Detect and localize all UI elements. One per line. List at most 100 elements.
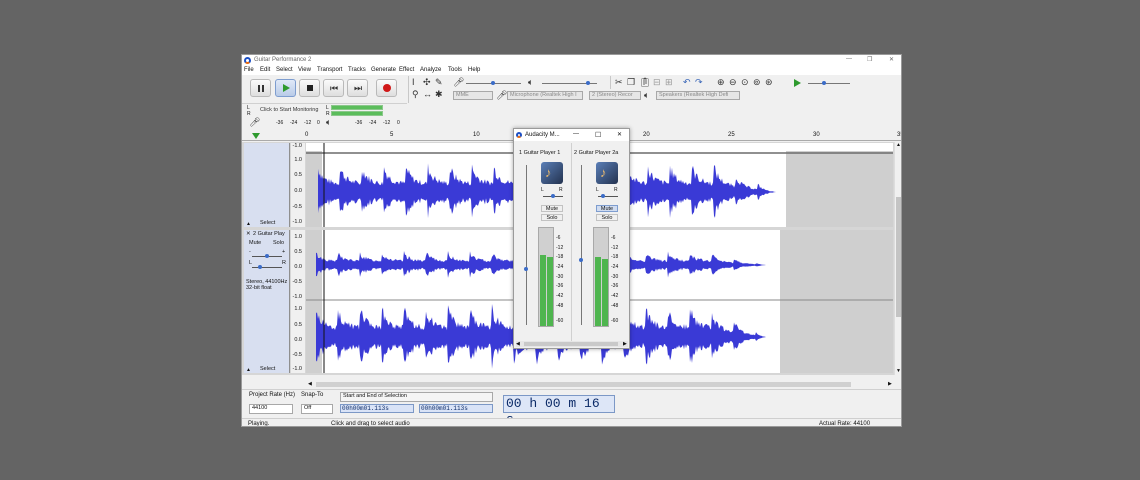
scroll-up-icon[interactable]: ▲ [896, 142, 901, 148]
mixer-scrollbar[interactable]: ◀ ▶ [516, 341, 628, 347]
skip-end-icon: ⏭ [354, 83, 363, 93]
record-volume-slider[interactable] [466, 81, 521, 85]
collapse-icon[interactable]: ▲ [246, 221, 251, 227]
channel-1-gain-slider[interactable] [524, 165, 528, 325]
record-meter-mic-icon[interactable]: 🎤︎ [249, 118, 260, 127]
menu-file[interactable]: File [244, 67, 254, 73]
cut-icon[interactable]: ✂ [615, 78, 623, 87]
scrollbar-thumb[interactable] [316, 382, 851, 387]
silence-icon[interactable]: ⊞ [665, 78, 673, 87]
mixer-maximize-button[interactable]: ☐ [595, 131, 601, 139]
snap-to-dropdown[interactable]: Off [301, 404, 333, 414]
fit-selection-icon[interactable]: ⊙ [741, 78, 749, 87]
selection-start-time[interactable]: 00h00m01.113s [340, 404, 414, 413]
pan-r-label: R [614, 187, 618, 193]
menu-help[interactable]: Help [468, 67, 480, 73]
channel-1-mute-button[interactable]: Mute [541, 205, 563, 212]
track-2-name-dropdown[interactable]: 2 Guitar Play [253, 231, 285, 237]
restore-button[interactable]: ❐ [867, 56, 872, 63]
scrollbar-thumb[interactable] [896, 197, 901, 317]
mixer-close-button[interactable]: ✕ [617, 131, 622, 138]
selection-mode-dropdown[interactable]: Start and End of Selection [340, 392, 493, 402]
scroll-right-icon[interactable]: ▶ [623, 341, 627, 347]
paste-icon[interactable]: 📋︎ [639, 78, 650, 87]
zoom-toggle-icon[interactable]: ⊛ [765, 78, 773, 87]
trim-icon[interactable]: ⊟ [653, 78, 661, 87]
undo-icon[interactable]: ↶ [683, 78, 691, 87]
channel-2-pan-slider[interactable] [598, 194, 618, 198]
channel-1-solo-button[interactable]: Solo [541, 214, 563, 221]
channel-2-gain-slider[interactable] [579, 165, 583, 325]
channel-2-mute-button[interactable]: Mute [596, 205, 618, 212]
recording-channels-dropdown[interactable]: 2 (Stereo) Recor [589, 91, 641, 100]
track-2-gain-slider[interactable] [252, 254, 282, 258]
play-button[interactable] [275, 79, 296, 97]
track-2-select-button[interactable]: Select [260, 366, 275, 372]
redo-icon[interactable]: ↷ [695, 78, 703, 87]
fit-project-icon[interactable]: ⊚ [753, 78, 761, 87]
stop-button[interactable] [299, 79, 320, 97]
scroll-left-icon[interactable]: ◀ [308, 381, 312, 387]
menu-analyze[interactable]: Analyze [420, 67, 441, 73]
recording-device-dropdown[interactable]: Microphone (Realtek High I [507, 91, 583, 100]
menu-transport[interactable]: Transport [317, 67, 342, 73]
selection-end-time[interactable]: 00h00m01.113s [419, 404, 493, 413]
meter-tick: -60 [556, 318, 564, 324]
pause-button[interactable] [250, 79, 271, 97]
horizontal-scrollbar[interactable]: ◀ ▶ [306, 381, 894, 388]
timeshift-tool-icon[interactable]: ↔ [423, 90, 432, 99]
menu-effect[interactable]: Effect [399, 67, 414, 73]
status-hint: Click and drag to select audio [331, 421, 410, 427]
menu-view[interactable]: View [298, 67, 311, 73]
collapse-icon[interactable]: ▲ [246, 367, 251, 373]
scroll-down-icon[interactable]: ▼ [896, 368, 901, 374]
track-2-control-panel[interactable]: ✕ 2 Guitar Play Mute Solo - + L R Stereo… [244, 230, 290, 373]
scale-label: 0.0 [294, 264, 302, 270]
zoom-in-icon[interactable]: ⊕ [717, 78, 725, 87]
play-meter-speaker-icon[interactable]: 🔈︎ [326, 118, 331, 127]
ruler-tick: 30 [813, 132, 820, 138]
monitoring-text[interactable]: Click to Start Monitoring [260, 107, 318, 113]
scroll-right-icon[interactable]: ▶ [888, 381, 892, 387]
playback-device-dropdown[interactable]: Speakers (Realtek High Defi [656, 91, 740, 100]
channel-1-pan-slider[interactable] [543, 194, 563, 198]
zoom-out-icon[interactable]: ⊖ [729, 78, 737, 87]
channel-2-solo-button[interactable]: Solo [596, 214, 618, 221]
track-1-control-panel[interactable]: ▲ Select [244, 143, 290, 227]
menu-edit[interactable]: Edit [260, 67, 270, 73]
track-1-select-button[interactable]: Select [260, 220, 275, 226]
track-2-solo-button[interactable]: Solo [273, 240, 284, 246]
playback-volume-slider[interactable] [542, 81, 597, 85]
menu-select[interactable]: Select [276, 67, 293, 73]
audio-host-dropdown[interactable]: MME [453, 91, 493, 100]
menu-tools[interactable]: Tools [448, 67, 462, 73]
multi-tool-icon[interactable]: ✱ [435, 90, 443, 99]
scrollbar-thumb[interactable] [524, 342, 618, 346]
skip-end-button[interactable]: ⏭ [347, 79, 368, 97]
ruler-play-head-icon[interactable] [252, 133, 260, 139]
mixer-minimize-button[interactable]: — [573, 131, 579, 137]
envelope-tool-icon[interactable]: ✣ [423, 78, 431, 87]
play-at-speed-icon[interactable] [794, 79, 801, 87]
mixer-channel-2: 2 Guitar Player 2a ♪ L R Mute Solo -6 -1… [571, 143, 629, 341]
zoom-tool-icon[interactable]: ⚲ [412, 90, 419, 99]
scroll-left-icon[interactable]: ◀ [516, 341, 520, 347]
close-button[interactable]: ✕ [889, 56, 894, 63]
vertical-scrollbar[interactable]: ▲ ▼ [894, 142, 901, 375]
audio-position-clock[interactable]: 00 h 00 m 16 s [503, 395, 615, 426]
menu-tracks[interactable]: Tracks [348, 67, 366, 73]
play-tick: -36 [355, 120, 363, 126]
copy-icon[interactable]: ❐ [627, 78, 635, 87]
draw-tool-icon[interactable]: ✎ [435, 78, 443, 87]
project-rate-dropdown[interactable]: 44100 [249, 404, 293, 414]
skip-start-button[interactable]: ⏮ [323, 79, 344, 97]
speed-slider[interactable] [808, 81, 850, 85]
record-button[interactable] [376, 79, 397, 97]
selection-tool-icon[interactable]: I [412, 78, 415, 87]
track-2-mute-button[interactable]: Mute [249, 240, 261, 246]
record-tick: -12 [304, 120, 312, 126]
minimize-button[interactable]: — [846, 56, 852, 62]
track-2-pan-slider[interactable] [252, 265, 282, 269]
menu-generate[interactable]: Generate [371, 67, 396, 73]
track-2-close-icon[interactable]: ✕ [246, 231, 251, 237]
